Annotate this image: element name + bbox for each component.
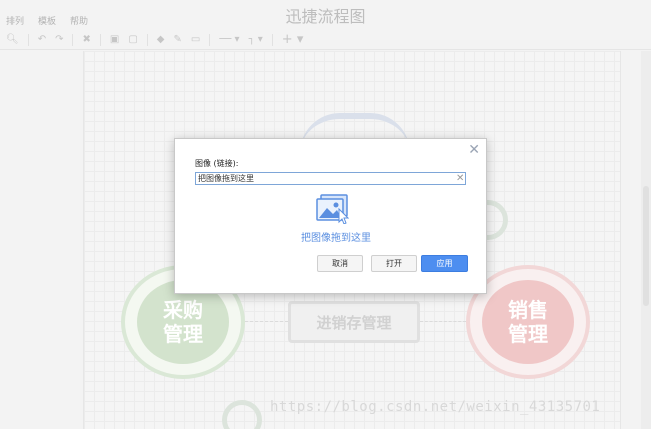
close-icon[interactable]: ✕ xyxy=(468,143,480,157)
open-button[interactable]: 打开 xyxy=(371,255,417,272)
drop-hint-text: 把图像拖到这里 xyxy=(301,233,371,244)
clear-input-icon[interactable]: ✕ xyxy=(456,172,464,185)
image-icon xyxy=(316,194,349,224)
image-url-input[interactable]: 把图像拖到这里 xyxy=(195,172,466,185)
apply-button[interactable]: 应用 xyxy=(421,255,468,272)
image-drop-zone[interactable]: 把图像拖到这里 xyxy=(271,191,401,247)
cancel-button[interactable]: 取消 xyxy=(317,255,363,272)
image-link-label: 图像 (链接): xyxy=(195,159,239,168)
image-link-dialog: ✕ 图像 (链接): 把图像拖到这里 ✕ 把图像拖到这里 取消 打开 应用 xyxy=(174,138,487,294)
